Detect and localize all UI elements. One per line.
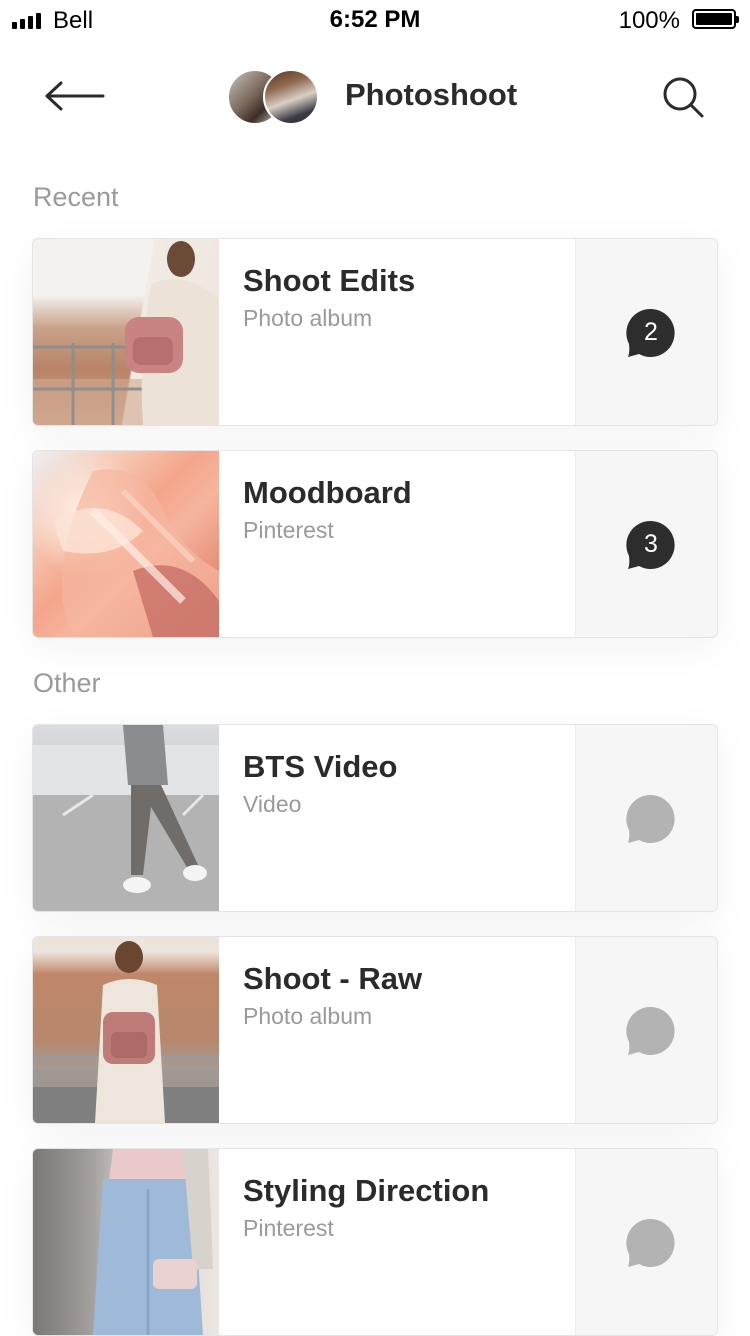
thumbnail-image <box>33 451 219 637</box>
list-item[interactable]: Moodboard Pinterest 3 <box>32 450 718 638</box>
comments-button[interactable] <box>575 1149 717 1335</box>
list-item[interactable]: Shoot Edits Photo album 2 <box>32 238 718 426</box>
battery-level-fill <box>696 13 732 25</box>
comment-bubble-icon <box>626 794 675 843</box>
thumbnail-image <box>33 1149 219 1335</box>
comments-button[interactable]: 2 <box>575 239 717 425</box>
thumbnail-image <box>33 239 219 425</box>
list-item[interactable]: Shoot - Raw Photo album <box>32 936 718 1124</box>
item-subtitle: Pinterest <box>243 1215 334 1241</box>
item-title: Styling Direction <box>243 1173 490 1208</box>
item-subtitle: Video <box>243 791 302 817</box>
status-bar: Bell 6:52 PM 100% <box>0 0 750 40</box>
battery-icon <box>692 9 739 29</box>
search-icon <box>663 77 704 118</box>
comment-count: 3 <box>644 530 658 558</box>
section-label-recent: Recent <box>33 182 119 212</box>
item-title: BTS Video <box>243 749 398 784</box>
item-subtitle: Pinterest <box>243 517 334 543</box>
battery-percent: 100% <box>618 7 680 34</box>
nav-bar: Photoshoot <box>0 60 750 132</box>
list-item[interactable]: BTS Video Video <box>32 724 718 912</box>
thumbnail-image <box>33 937 219 1123</box>
item-title: Shoot - Raw <box>243 961 423 996</box>
back-button[interactable] <box>40 72 110 120</box>
item-title: Moodboard <box>243 475 412 510</box>
section-label-other: Other <box>33 668 101 698</box>
group-avatars[interactable] <box>227 69 327 125</box>
avatar <box>263 69 319 125</box>
arrow-left-icon <box>45 81 105 111</box>
comments-button[interactable] <box>575 937 717 1123</box>
page-title: Photoshoot <box>345 77 518 112</box>
comments-button[interactable] <box>575 725 717 911</box>
thumbnail-image <box>33 725 219 911</box>
comments-button[interactable]: 3 <box>575 451 717 637</box>
search-button[interactable] <box>660 74 706 120</box>
item-subtitle: Photo album <box>243 305 373 331</box>
comment-bubble-icon <box>626 1006 675 1055</box>
item-title: Shoot Edits <box>243 263 416 298</box>
comment-count: 2 <box>644 318 658 346</box>
comment-bubble-icon <box>626 1218 675 1267</box>
list-item[interactable]: Styling Direction Pinterest <box>32 1148 718 1336</box>
item-subtitle: Photo album <box>243 1003 373 1029</box>
